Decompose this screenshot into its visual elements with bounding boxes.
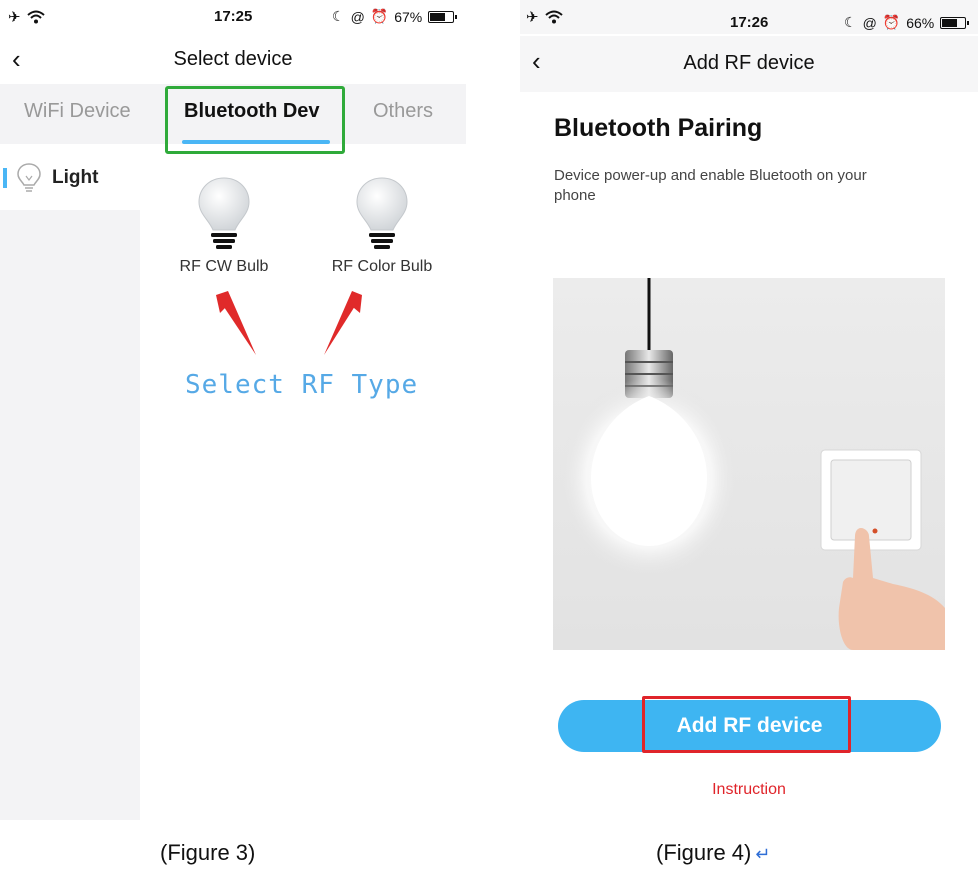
category-sidebar bbox=[0, 210, 140, 820]
selected-indicator bbox=[3, 168, 7, 188]
page-title: Select device bbox=[173, 48, 293, 70]
airplane-icon: ✈ bbox=[8, 9, 21, 26]
rotation-lock-icon: @ bbox=[350, 8, 365, 25]
pairing-illustration bbox=[553, 278, 945, 650]
status-bar: ✈ 17:26 ☾ @ ⏰ 66% bbox=[520, 0, 978, 34]
status-icons-right: ☾ @ ⏰ 67% bbox=[332, 8, 458, 25]
caption-text: (Figure 4) bbox=[656, 840, 752, 865]
status-icons-right: ☾ @ ⏰ 66% bbox=[844, 14, 970, 31]
alarm-icon: ⏰ bbox=[370, 8, 389, 24]
device-rf-color-bulb[interactable]: RF Color Bulb bbox=[330, 176, 434, 276]
device-rf-cw-bulb[interactable]: RF CW Bulb bbox=[176, 176, 272, 276]
bulb-icon bbox=[198, 177, 250, 249]
moon-icon: ☾ bbox=[332, 8, 345, 24]
sidebar-item-label: Light bbox=[52, 167, 99, 188]
status-time: 17:25 bbox=[214, 8, 253, 25]
device-label: RF CW Bulb bbox=[179, 258, 269, 275]
battery-icon bbox=[428, 10, 458, 23]
wifi-icon bbox=[544, 10, 563, 24]
bulb-icon bbox=[356, 177, 408, 249]
return-icon: ↵ bbox=[755, 844, 771, 864]
battery-percent: 67% bbox=[394, 8, 423, 25]
tab-wifi-device[interactable]: WiFi Device bbox=[24, 100, 131, 123]
alarm-icon: ⏰ bbox=[882, 14, 901, 30]
figure-caption-left: (Figure 3) bbox=[160, 840, 256, 865]
status-time: 17:26 bbox=[730, 14, 769, 31]
pairing-description: Device power-up and enable Bluetooth on … bbox=[554, 167, 867, 204]
nav-bar: ‹ Add RF device bbox=[520, 36, 978, 92]
airplane-icon: ✈ bbox=[526, 9, 539, 26]
nav-bar: ‹ Select device bbox=[0, 36, 466, 86]
battery-icon bbox=[940, 16, 970, 29]
figure-caption-right: (Figure 4) ↵ bbox=[656, 840, 770, 866]
tab-others[interactable]: Others bbox=[373, 100, 433, 123]
moon-icon: ☾ bbox=[844, 14, 857, 30]
select-device-screen: ✈ 17:25 ☾ @ ⏰ 67% ‹ Select device WiFi D… bbox=[0, 0, 466, 820]
tab-highlight-box bbox=[165, 86, 345, 154]
button-highlight-box bbox=[642, 696, 851, 753]
rotation-lock-icon: @ bbox=[862, 14, 877, 31]
bulb-outline-icon bbox=[17, 163, 41, 192]
page-title: Add RF device bbox=[683, 52, 815, 74]
add-rf-device-screen: ✈ 17:26 ☾ @ ⏰ 66% ‹ Add RF device Blueto… bbox=[520, 0, 978, 820]
annotation-label: Select RF Type bbox=[185, 370, 419, 400]
status-icons-left: ✈ bbox=[526, 8, 563, 26]
device-label: RF Color Bulb bbox=[331, 258, 433, 275]
instruction-link[interactable]: Instruction bbox=[520, 781, 978, 799]
battery-percent: 66% bbox=[906, 14, 935, 31]
pairing-heading: Bluetooth Pairing bbox=[554, 114, 763, 142]
status-bar: ✈ 17:25 ☾ @ ⏰ 67% bbox=[0, 0, 466, 34]
wifi-icon bbox=[26, 10, 45, 24]
status-icons-left: ✈ bbox=[8, 8, 45, 26]
annotation-arrows bbox=[216, 291, 362, 355]
